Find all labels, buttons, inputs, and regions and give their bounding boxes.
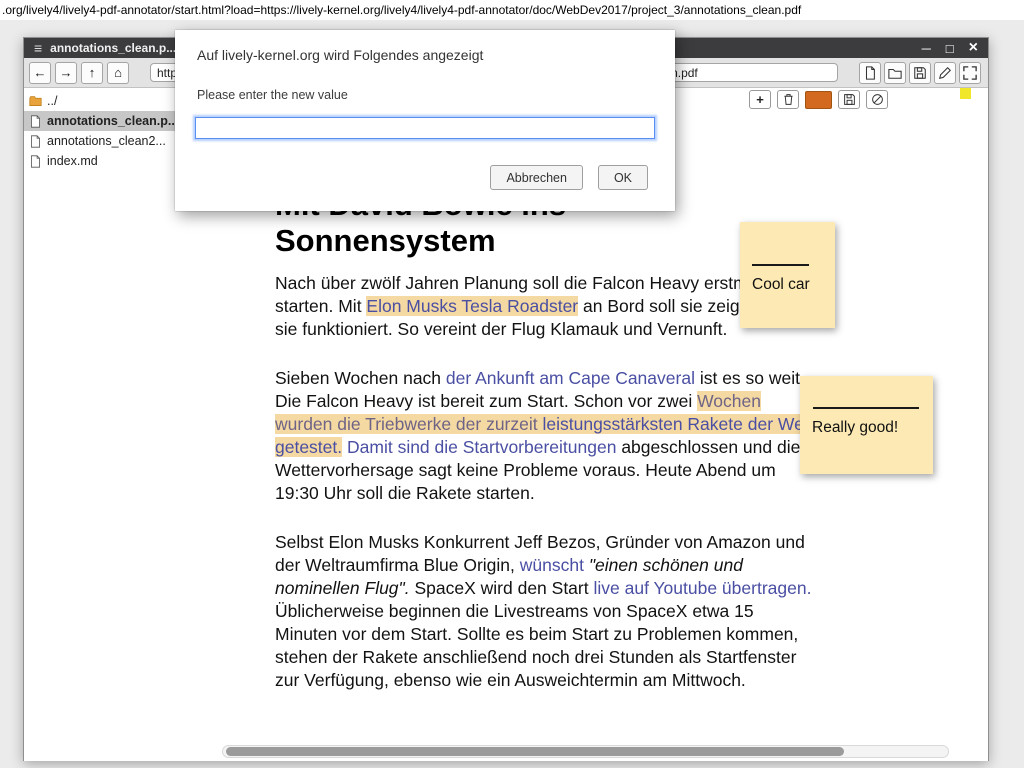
home-button[interactable]: ⌂ <box>107 62 129 84</box>
browser-address-bar[interactable]: .org/lively4/lively4-pdf-annotator/start… <box>0 0 1024 20</box>
maximize-button[interactable]: □ <box>946 42 954 55</box>
sticky-note-text[interactable]: Really good! <box>812 419 921 437</box>
dialog-title: Auf lively-kernel.org wird Folgendes ang… <box>175 30 675 63</box>
file-icon <box>29 155 42 168</box>
sticky-note[interactable]: Really good! <box>800 376 933 474</box>
window-controls: ─ □ × <box>922 40 978 56</box>
trash-icon <box>782 93 795 106</box>
up-button[interactable]: ↑ <box>81 62 103 84</box>
fullscreen-button[interactable] <box>959 62 981 84</box>
cancel-button[interactable]: Abbrechen <box>490 165 582 190</box>
sticky-note-text[interactable]: Cool car <box>752 276 823 294</box>
minimize-button[interactable]: ─ <box>922 42 931 55</box>
horizontal-scrollbar-thumb[interactable] <box>226 747 844 756</box>
expand-icon <box>963 66 977 80</box>
dialog-message: Please enter the new value <box>175 63 675 102</box>
menu-icon[interactable]: ≡ <box>34 41 42 55</box>
floppy-disk-icon <box>913 66 927 80</box>
pdf-link[interactable]: Damit sind die Startvorbereitungen <box>342 437 616 457</box>
toolbar-right-icons <box>859 62 983 84</box>
file-icon <box>29 135 42 148</box>
delete-annotation-button[interactable] <box>777 90 799 109</box>
edit-button[interactable] <box>934 62 956 84</box>
horizontal-scrollbar[interactable] <box>222 745 949 758</box>
cancel-annotation-button[interactable] <box>866 90 888 109</box>
pdf-link[interactable]: wünscht <box>520 555 584 575</box>
annotation-toolbar: + <box>749 90 888 109</box>
dialog-input[interactable] <box>195 117 655 139</box>
pdf-paragraph: Selbst Elon Musks Konkurrent Jeff Bezos,… <box>275 531 815 692</box>
save-annotations-button[interactable] <box>838 90 860 109</box>
open-folder-button[interactable] <box>884 62 906 84</box>
floppy-disk-icon <box>843 93 856 106</box>
file-label: ../ <box>47 94 57 108</box>
folder-icon <box>29 95 42 108</box>
back-button[interactable]: ← <box>29 62 51 84</box>
annotation-color-swatch[interactable] <box>805 91 832 109</box>
pdf-link[interactable]: live auf Youtube übertragen. <box>593 578 811 598</box>
annotation-marker[interactable] <box>960 88 971 99</box>
close-button[interactable]: × <box>969 40 978 56</box>
sticky-note-line <box>752 264 809 266</box>
document-icon <box>863 66 877 80</box>
ok-button[interactable]: OK <box>598 165 648 190</box>
cancel-icon <box>871 93 884 106</box>
file-label: annotations_clean.p... <box>47 114 178 128</box>
pdf-paragraph: Sieben Wochen nach der Ankunft am Cape C… <box>275 367 815 505</box>
pdf-text-run: Üblicherweise beginnen die Livestreams v… <box>275 601 798 690</box>
add-annotation-button[interactable]: + <box>749 90 771 109</box>
browser-url-text: .org/lively4/lively4-pdf-annotator/start… <box>2 3 801 17</box>
folder-icon <box>888 66 902 80</box>
forward-button[interactable]: → <box>55 62 77 84</box>
pencil-icon <box>938 66 952 80</box>
sticky-note[interactable]: Cool car <box>740 222 835 328</box>
pdf-text-run: Sieben Wochen nach <box>275 368 446 388</box>
file-label: annotations_clean2... <box>47 134 166 148</box>
new-document-button[interactable] <box>859 62 881 84</box>
save-file-button[interactable] <box>909 62 931 84</box>
dialog-buttons: Abbrechen OK <box>490 165 648 190</box>
sticky-note-line <box>813 407 919 409</box>
file-icon <box>29 115 42 128</box>
pdf-paragraph: Nach über zwölf Jahren Planung soll die … <box>275 272 815 341</box>
annotation-highlight[interactable]: Elon Musks Tesla Roadster <box>366 296 578 316</box>
pdf-text-run: SpaceX wird den Start <box>410 578 594 598</box>
file-label: index.md <box>47 154 98 168</box>
prompt-dialog: Auf lively-kernel.org wird Folgendes ang… <box>175 30 675 211</box>
pdf-link[interactable]: der Ankunft am Cape Canaveral <box>446 368 695 388</box>
pdf-document: Mit David Bowie ins Sonnensystem Nach üb… <box>275 187 815 718</box>
